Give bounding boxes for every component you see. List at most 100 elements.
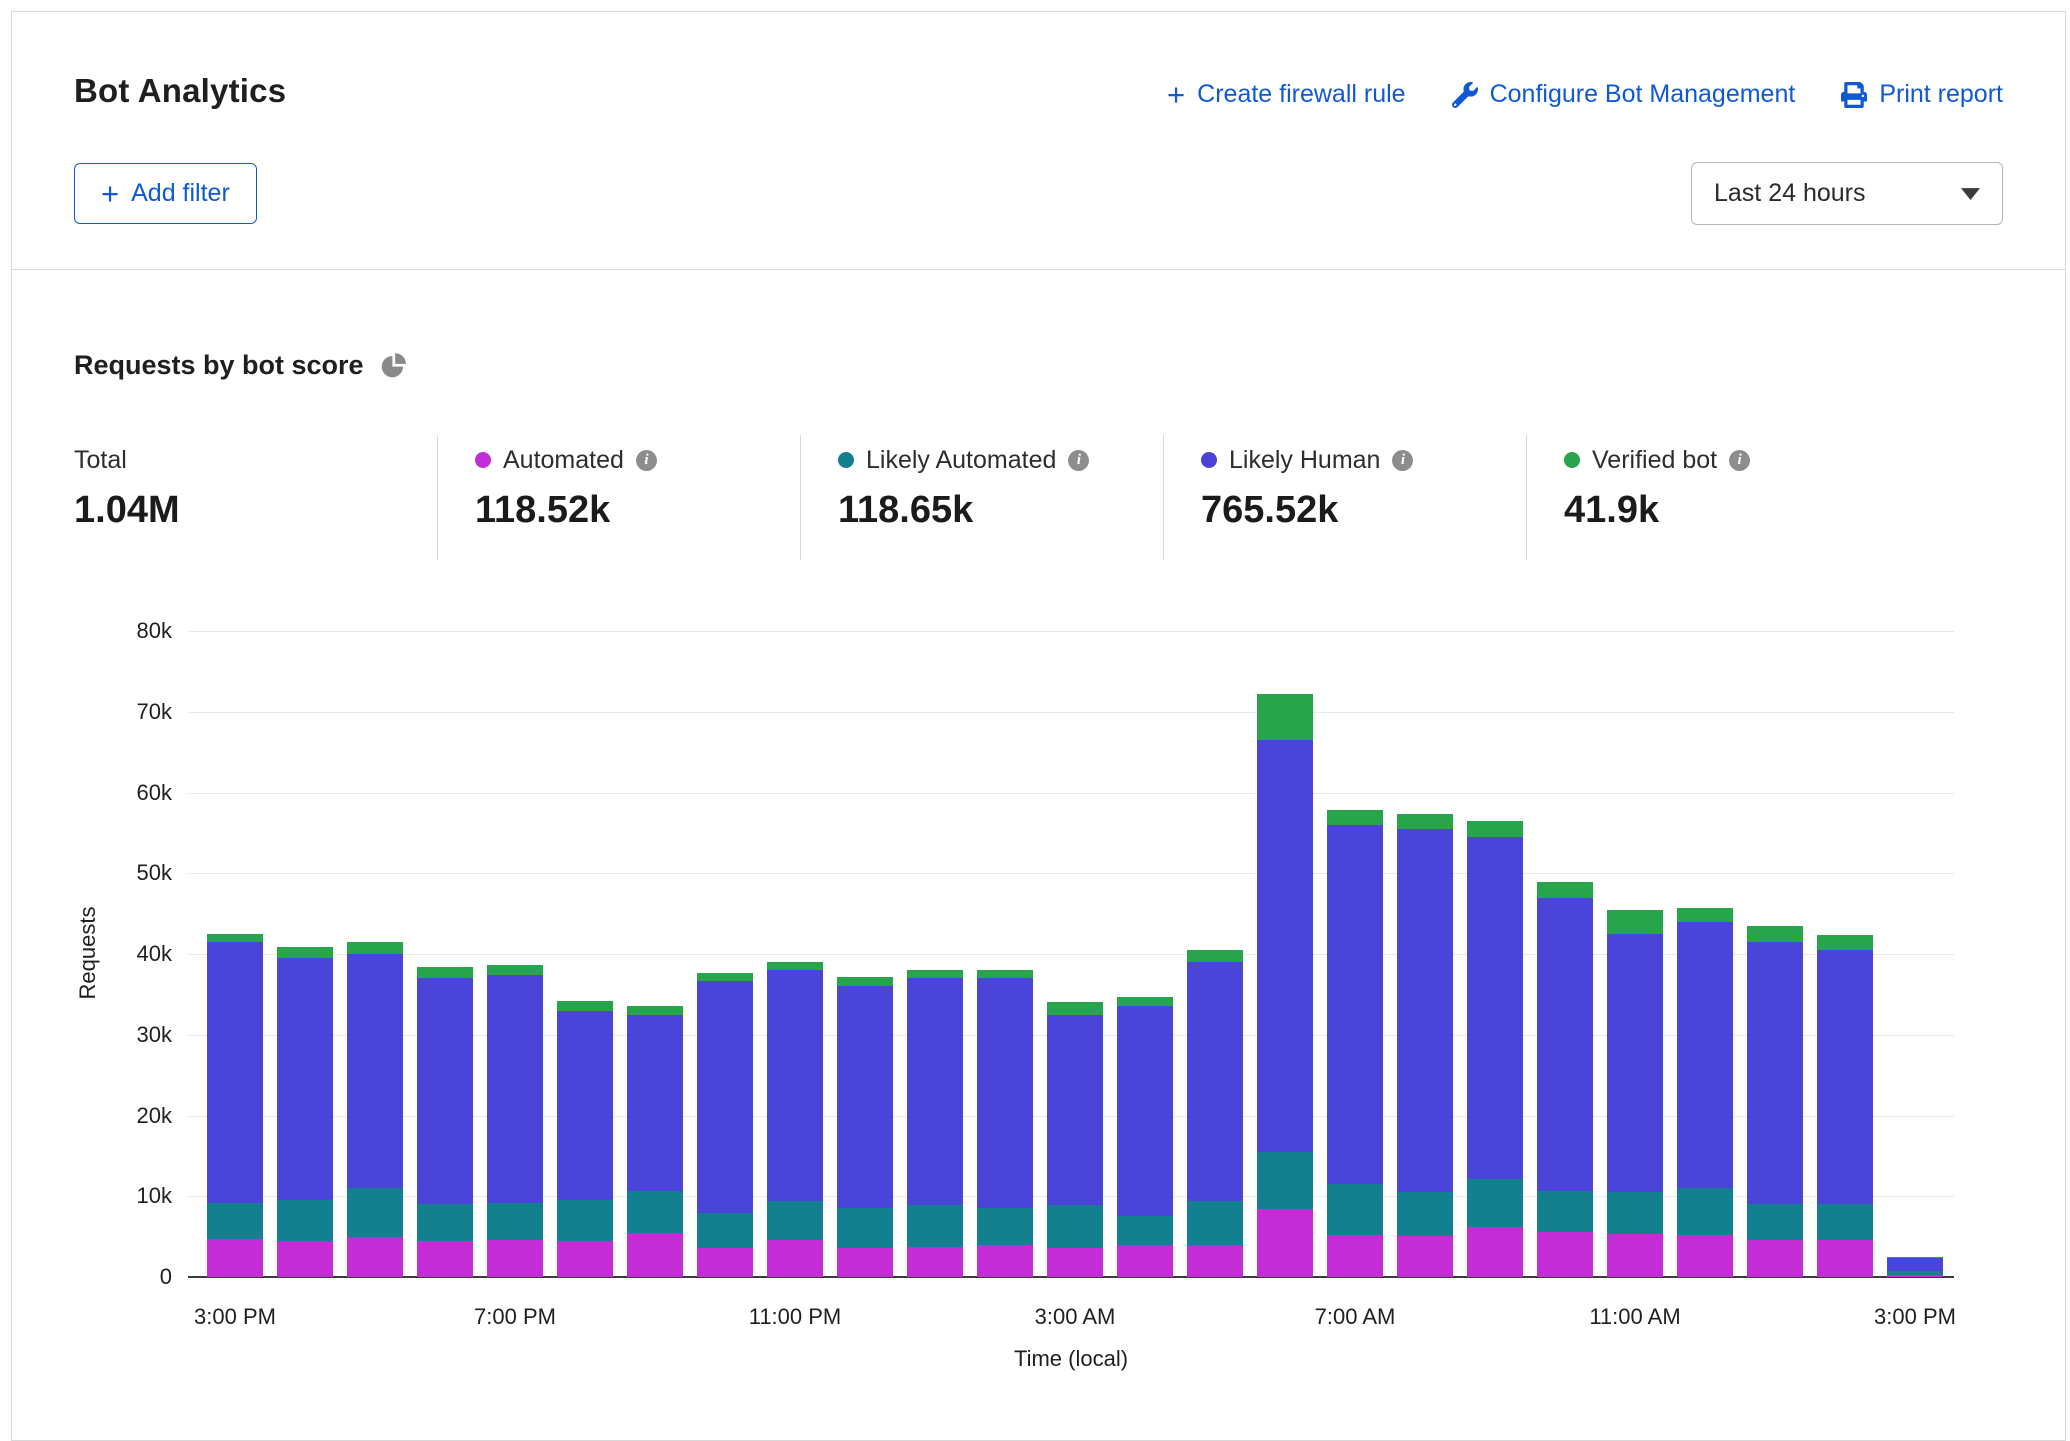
bar-segment-likely-human xyxy=(1817,950,1873,1204)
bar-segment-verified-bot xyxy=(977,970,1033,978)
bar-segment-likely-automated xyxy=(1397,1192,1453,1236)
bar-segment-likely-automated xyxy=(417,1204,473,1241)
bar-segment-likely-human xyxy=(1257,740,1313,1152)
bar-20 xyxy=(1537,882,1593,1277)
bar-segment-verified-bot xyxy=(1747,926,1803,942)
y-axis-tick-label: 20k xyxy=(82,1103,172,1129)
stat-total-label: Total xyxy=(74,446,127,475)
bar-15 xyxy=(1187,950,1243,1277)
bar-segment-likely-human xyxy=(1747,942,1803,1204)
stat-likely-automated-value: 118.65k xyxy=(838,489,1163,532)
bar-23 xyxy=(1747,926,1803,1277)
bar-7 xyxy=(627,1006,683,1277)
bar-segment-automated xyxy=(207,1239,263,1277)
requests-bar-chart: 010k20k30k40k50k60k70k80k3:00 PM7:00 PM1… xyxy=(12,604,2065,1394)
stat-automated: Automated i 118.52k xyxy=(438,435,800,560)
configure-bot-management-label: Configure Bot Management xyxy=(1490,80,1796,109)
bar-6 xyxy=(557,1001,613,1277)
bar-segment-verified-bot xyxy=(1047,1002,1103,1015)
info-icon[interactable]: i xyxy=(1729,450,1750,471)
bar-segment-automated xyxy=(1257,1209,1313,1277)
bar-segment-automated xyxy=(557,1241,613,1277)
stats-row: Total 1.04M Automated i 118.52k Likely A… xyxy=(74,435,2003,560)
bar-segment-likely-human xyxy=(1397,829,1453,1192)
card-header: Bot Analytics + Create firewall rule Con… xyxy=(12,12,2065,269)
bar-segment-likely-human xyxy=(277,958,333,1200)
bar-segment-automated xyxy=(1117,1245,1173,1277)
bar-segment-likely-automated xyxy=(1677,1188,1733,1235)
bar-segment-likely-human xyxy=(697,981,753,1213)
bar-segment-likely-automated xyxy=(347,1188,403,1236)
bar-segment-likely-automated xyxy=(1537,1191,1593,1231)
bar-segment-verified-bot xyxy=(277,947,333,958)
add-filter-button[interactable]: + Add filter xyxy=(74,163,257,224)
bar-segment-likely-human xyxy=(1047,1015,1103,1206)
bar-segment-verified-bot xyxy=(697,973,753,982)
bar-segment-likely-automated xyxy=(487,1203,543,1240)
bar-segment-verified-bot xyxy=(1397,814,1453,829)
gridline xyxy=(188,631,1954,632)
x-axis-tick-label: 7:00 AM xyxy=(1265,1304,1445,1330)
bar-16 xyxy=(1257,694,1313,1277)
bar-segment-likely-automated xyxy=(627,1191,683,1233)
stat-likely-human-label: Likely Human xyxy=(1229,446,1380,475)
stat-automated-label: Automated xyxy=(503,446,624,475)
y-axis-title: Requests xyxy=(75,843,101,1063)
bar-segment-likely-automated xyxy=(837,1208,893,1248)
add-filter-label: Add filter xyxy=(131,179,230,208)
bar-segment-likely-automated xyxy=(697,1213,753,1248)
print-report-label: Print report xyxy=(1879,80,2003,109)
wrench-icon xyxy=(1452,82,1478,108)
info-icon[interactable]: i xyxy=(1068,450,1089,471)
bar-segment-automated xyxy=(1187,1245,1243,1277)
y-axis-tick-label: 60k xyxy=(82,780,172,806)
time-range-select[interactable]: Last 24 hours xyxy=(1691,162,2003,225)
bar-segment-automated xyxy=(487,1240,543,1277)
bar-segment-likely-automated xyxy=(557,1200,613,1240)
bar-9 xyxy=(767,962,823,1277)
bar-segment-automated xyxy=(1467,1227,1523,1277)
create-firewall-rule-link[interactable]: + Create firewall rule xyxy=(1167,80,1406,109)
stat-verified-bot-value: 41.9k xyxy=(1564,489,1889,532)
bar-segment-verified-bot xyxy=(417,967,473,978)
bar-segment-likely-human xyxy=(347,954,403,1188)
bar-segment-likely-automated xyxy=(1047,1205,1103,1248)
bar-segment-automated xyxy=(1677,1235,1733,1277)
bar-segment-likely-automated xyxy=(1327,1184,1383,1235)
configure-bot-management-link[interactable]: Configure Bot Management xyxy=(1452,80,1796,109)
bar-segment-automated xyxy=(977,1245,1033,1277)
bar-segment-verified-bot xyxy=(1677,908,1733,922)
bar-8 xyxy=(697,973,753,1277)
legend-dot-likely-human xyxy=(1201,452,1217,468)
info-icon[interactable]: i xyxy=(636,450,657,471)
bar-segment-likely-human xyxy=(1537,898,1593,1191)
bar-segment-verified-bot xyxy=(1257,694,1313,740)
bar-24 xyxy=(1817,935,1873,1277)
bar-segment-likely-human xyxy=(1467,837,1523,1179)
stat-likely-human-value: 765.52k xyxy=(1201,489,1526,532)
bar-segment-likely-human xyxy=(627,1015,683,1192)
legend-dot-automated xyxy=(475,452,491,468)
bar-segment-likely-automated xyxy=(207,1203,263,1239)
bar-segment-automated xyxy=(417,1241,473,1277)
bar-segment-verified-bot xyxy=(767,962,823,970)
bar-segment-likely-human xyxy=(767,970,823,1201)
gridline xyxy=(188,712,1954,713)
bar-segment-automated xyxy=(627,1233,683,1277)
bar-segment-likely-human xyxy=(417,978,473,1204)
bar-segment-likely-human xyxy=(837,986,893,1208)
bar-2 xyxy=(277,947,333,1277)
bar-18 xyxy=(1397,814,1453,1277)
info-icon[interactable]: i xyxy=(1392,450,1413,471)
bar-segment-likely-human xyxy=(1887,1258,1943,1272)
bar-segment-verified-bot xyxy=(487,965,543,975)
bar-segment-likely-automated xyxy=(907,1205,963,1247)
bar-17 xyxy=(1327,810,1383,1277)
stat-verified-bot-label: Verified bot xyxy=(1592,446,1717,475)
y-axis-tick-label: 0 xyxy=(82,1264,172,1290)
bar-segment-likely-human xyxy=(1117,1006,1173,1215)
bar-segment-verified-bot xyxy=(347,942,403,954)
print-report-link[interactable]: Print report xyxy=(1841,80,2003,109)
stat-total-value: 1.04M xyxy=(74,489,437,532)
stat-likely-human: Likely Human i 765.52k xyxy=(1164,435,1526,560)
